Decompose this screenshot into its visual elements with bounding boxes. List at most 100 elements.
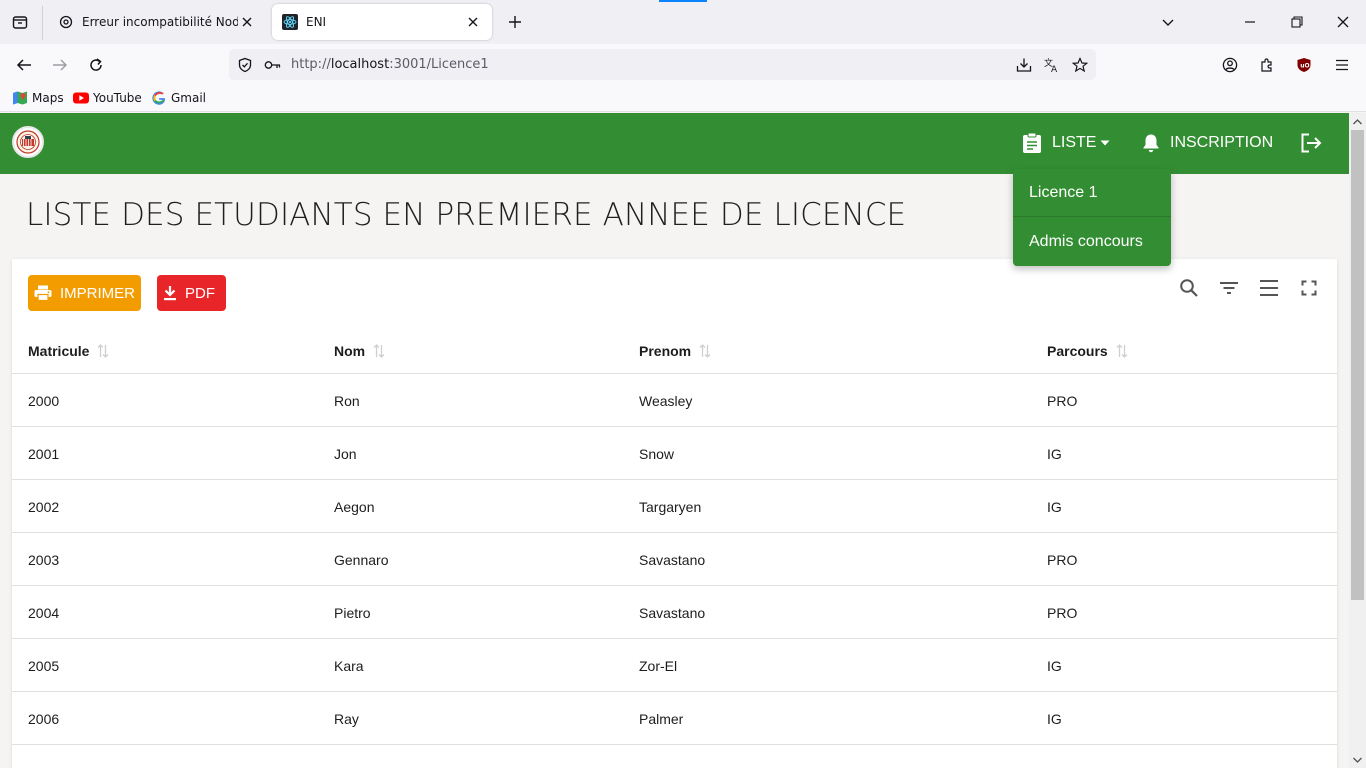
cell-prenom: Palmer [639, 711, 684, 727]
cell-matricule: 2000 [28, 393, 60, 409]
translate-icon[interactable]: 文A [1038, 52, 1066, 78]
app-header: LISTE INSCRIPTION [0, 113, 1349, 174]
maps-icon [12, 90, 28, 106]
sort-icon[interactable] [97, 344, 109, 358]
cell-parcours: IG [1047, 658, 1062, 674]
url-host: localhost [330, 57, 390, 72]
print-button[interactable]: IMPRIMER [28, 275, 141, 311]
column-header-label: Prenom [639, 343, 692, 359]
bookmark-maps[interactable]: Maps [12, 90, 64, 106]
sort-icon[interactable] [373, 344, 385, 358]
table-row[interactable]: 2006 Ray Palmer IG [12, 692, 1337, 745]
table-row[interactable]: 2000 Ron Weasley PRO [12, 374, 1337, 427]
inscription-menu-button[interactable]: INSCRIPTION [1142, 129, 1273, 157]
cell-nom: Ray [334, 711, 359, 727]
columns-menu-icon[interactable] [1256, 275, 1282, 301]
logout-icon [1300, 133, 1322, 153]
cell-matricule: 2003 [28, 552, 60, 568]
students-table-card: IMPRIMER PDF Matricule Nom Prenom Parcou… [12, 259, 1337, 768]
sort-icon[interactable] [699, 344, 711, 358]
forward-arrow-icon[interactable] [46, 52, 74, 78]
back-arrow-icon[interactable] [10, 52, 38, 78]
cell-parcours: IG [1047, 446, 1062, 462]
minimize-icon[interactable] [1238, 10, 1262, 34]
scrollbar-thumb[interactable] [1351, 130, 1364, 600]
fullscreen-icon[interactable] [1296, 275, 1322, 301]
svg-text:uO: uO [1300, 63, 1309, 70]
table-row[interactable]: 2004 Pietro Savastano PRO [12, 586, 1337, 639]
table-row[interactable]: 2003 Gennaro Savastano PRO [12, 533, 1337, 586]
column-header-label: Parcours [1047, 343, 1108, 359]
cell-matricule: 2006 [28, 711, 60, 727]
close-tab-icon[interactable] [238, 13, 256, 31]
url-path: :3001/Licence1 [389, 57, 489, 72]
cell-parcours: PRO [1047, 605, 1078, 621]
url-text[interactable]: http://localhost:3001/Licence1 [291, 57, 489, 72]
cell-nom: Aegon [334, 499, 375, 515]
filter-icon[interactable] [1216, 275, 1242, 301]
column-header-label: Nom [334, 343, 366, 359]
page-viewport: LISTE INSCRIPTION Licence 1 Admis concou… [0, 113, 1349, 768]
account-icon[interactable] [1216, 52, 1244, 78]
clipboard-icon [1022, 132, 1042, 154]
eni-logo[interactable] [12, 126, 44, 158]
bookmark-label: Maps [32, 91, 64, 105]
cell-matricule: 2005 [28, 658, 60, 674]
cell-parcours: IG [1047, 499, 1062, 515]
column-header-parcours[interactable]: Parcours [1047, 343, 1128, 359]
download-page-icon[interactable] [1010, 52, 1038, 78]
column-header-matricule[interactable]: Matricule [28, 343, 109, 359]
url-scheme: http:// [291, 57, 331, 72]
reload-icon[interactable] [82, 52, 110, 78]
ublock-origin-icon[interactable]: uO [1290, 52, 1318, 78]
column-header-prenom[interactable]: Prenom [639, 343, 711, 359]
table-header-row: Matricule Nom Prenom Parcours [12, 325, 1337, 374]
dropdown-item-label: Admis concours [1029, 233, 1143, 250]
cell-nom: Kara [334, 658, 364, 674]
browser-tab-eni[interactable]: ENI [272, 4, 492, 40]
chevron-down-icon[interactable] [1156, 10, 1180, 34]
bookmark-label: Gmail [171, 91, 207, 105]
browser-tab-chatgpt[interactable]: Erreur incompatibilité Node.js [48, 4, 266, 40]
print-button-label: IMPRIMER [60, 284, 135, 302]
liste-menu-button[interactable]: LISTE [1022, 129, 1110, 157]
close-window-icon[interactable] [1331, 10, 1355, 34]
page-title: LISTE DES ETUDIANTS EN PREMIERE ANNEE DE… [26, 197, 907, 233]
app-menu-icon[interactable] [1328, 52, 1356, 78]
dropdown-item-admis-concours[interactable]: Admis concours [1013, 218, 1171, 266]
scroll-up-arrow-icon[interactable] [1349, 113, 1366, 130]
sort-icon[interactable] [1116, 344, 1128, 358]
search-icon[interactable] [1176, 275, 1202, 301]
table-row[interactable]: 2001 Jon Snow IG [12, 427, 1337, 480]
scroll-down-arrow-icon[interactable] [1349, 751, 1366, 768]
table-row[interactable]: 2002 Aegon Targaryen IG [12, 480, 1337, 533]
bookmark-star-icon[interactable] [1066, 52, 1094, 78]
tab-separator [42, 6, 43, 40]
react-icon [282, 14, 298, 30]
tab-title: ENI [306, 15, 327, 29]
cell-prenom: Savastano [639, 605, 706, 621]
logout-button[interactable] [1300, 129, 1322, 157]
restore-icon[interactable] [1285, 10, 1309, 34]
column-header-nom[interactable]: Nom [334, 343, 385, 359]
key-icon[interactable] [259, 52, 287, 78]
cell-parcours: PRO [1047, 552, 1078, 568]
cell-nom: Ron [334, 393, 360, 409]
download-icon [163, 285, 177, 301]
bookmark-gmail[interactable]: Gmail [151, 90, 206, 106]
extensions-icon[interactable] [1253, 52, 1281, 78]
table-row[interactable]: 2005 Kara Zor-El IG [12, 639, 1337, 692]
liste-dropdown-menu: Licence 1 Admis concours [1013, 169, 1171, 266]
cell-parcours: IG [1047, 711, 1062, 727]
close-tab-icon[interactable] [464, 13, 482, 31]
new-tab-icon[interactable] [504, 10, 526, 34]
youtube-icon [73, 90, 89, 106]
pdf-button[interactable]: PDF [157, 275, 226, 311]
bookmark-youtube[interactable]: YouTube [73, 90, 142, 106]
shield-icon[interactable] [231, 52, 259, 78]
tab-list-icon[interactable] [8, 10, 32, 34]
dropdown-item-licence-1[interactable]: Licence 1 [1013, 169, 1171, 217]
printer-icon [34, 285, 52, 301]
cell-matricule: 2004 [28, 605, 60, 621]
tab-bar-accent [659, 0, 707, 2]
